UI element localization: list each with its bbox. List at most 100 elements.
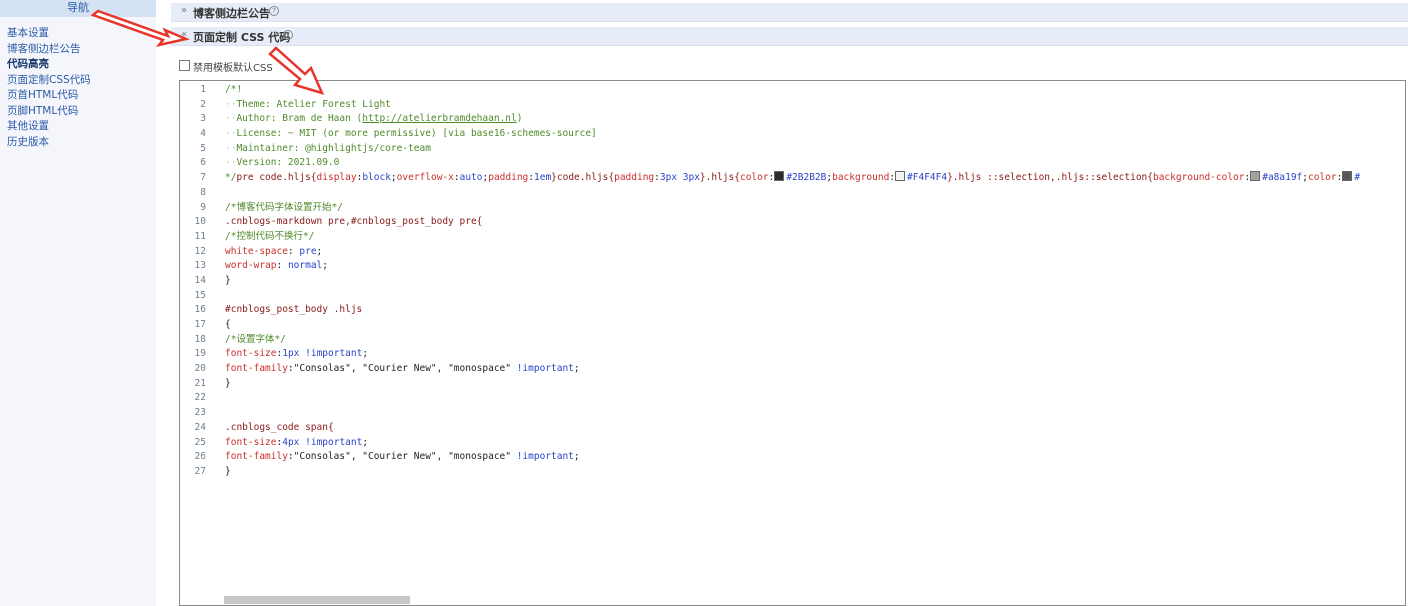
code-token: ; [362,348,369,360]
sidebar-item-custom-css[interactable]: 页面定制CSS代码 [7,73,91,89]
code-line[interactable]: .cnblogs-markdown pre,#cnblogs_post_body… [225,215,1405,230]
section-announcement-header[interactable]: » 博客侧边栏公告 ? [171,3,1408,22]
code-token: /*博客代码字体设置开始*/ [225,201,343,213]
line-number: 23 [194,407,206,419]
code-token: ) [516,113,523,125]
code-line[interactable]: ··License: ~ MIT (or more permissive) [v… [225,127,1405,142]
line-number: 13 [194,260,206,272]
code-line[interactable] [225,406,1405,421]
code-token: { [225,319,231,330]
code-line[interactable]: ··Theme: Atelier Forest Light [225,98,1405,113]
code-token: Maintainer: @highlightjs/core-team [236,142,431,154]
sidebar-item-history[interactable]: 历史版本 [7,135,91,151]
sidebar-item-other[interactable]: 其他设置 [7,119,91,135]
code-line[interactable]: } [225,377,1405,392]
code-token: background-color [1152,172,1245,184]
code-token: ; [362,436,369,448]
code-token: License: ~ MIT (or more permissive) [via… [236,128,597,140]
code-content[interactable]: /*! ··Theme: Atelier Forest Light ··Author… [225,83,1405,480]
code-token: normal [287,260,323,272]
code-line[interactable] [225,186,1405,201]
code-token: #cnblogs_post_body .hljs [225,304,363,316]
line-number: 24 [194,421,206,433]
collapse-chevron-icon: « [181,29,188,40]
line-number: 8 [200,186,206,198]
code-token: #F4F4F4 [907,172,948,184]
code-line[interactable]: ··Maintainer: @highlightjs/core-team [225,142,1405,157]
code-line[interactable]: /*博客代码字体设置开始*/ [225,201,1405,216]
color-swatch [1342,171,1353,182]
code-line[interactable]: } [225,465,1405,480]
line-number: 11 [194,230,206,242]
sidebar-item-footer-html[interactable]: 页脚HTML代码 [7,104,91,120]
line-number: 4 [200,128,206,140]
help-icon[interactable]: ? [283,30,293,40]
code-token: :"Consolas", "Courier New", "monospace" [287,451,517,463]
code-line[interactable]: /*! [225,83,1405,98]
code-token: font-family [225,363,288,375]
sidebar-item-basic[interactable]: 基本设置 [7,26,91,42]
code-line[interactable]: ··Author: Bram de Haan (http://atelierbr… [225,112,1405,127]
disable-default-css-label[interactable]: 禁用模板默认CSS [193,59,273,74]
code-token: ; [322,260,328,272]
line-number: 18 [194,333,206,345]
code-token: :"Consolas", "Courier New", "monospace" [287,363,517,375]
code-token: white-space [225,245,288,257]
code-line[interactable]: ··Version: 2021.09.0 [225,156,1405,171]
code-line[interactable]: word-wrap: normal; [225,259,1405,274]
code-line[interactable]: white-space: pre; [225,245,1405,260]
code-token: 3px 3px [659,172,700,184]
disable-default-css-checkbox[interactable] [179,60,190,71]
code-token: 1em [534,172,552,184]
code-line[interactable]: */pre code.hljs{display:block;overflow-x… [225,171,1405,186]
code-token: word-wrap [225,260,277,272]
code-token: block [362,172,391,184]
section-css-header[interactable]: « 页面定制 CSS 代码 ? [171,27,1408,46]
color-swatch [774,171,785,182]
code-line[interactable]: font-size:4px !important; [225,436,1405,451]
sidebar-item-header-html[interactable]: 页首HTML代码 [7,88,91,104]
code-token: .cnblogs_code span{ [225,421,334,433]
line-number: 21 [194,377,206,389]
section-css-title: 页面定制 CSS 代码 [193,31,291,44]
line-number: 9 [200,201,206,213]
line-number: 12 [194,245,206,257]
code-line[interactable]: } [225,274,1405,289]
line-number: 10 [194,216,206,228]
line-number: 25 [194,436,206,448]
line-number: 17 [194,319,206,330]
code-line[interactable]: { [225,318,1405,333]
settings-page: 导航 基本设置 博客侧边栏公告 代码高亮 页面定制CSS代码 页首HTML代码 … [0,0,1408,606]
css-code-editor[interactable]: 1 2 3 4 5 6 7 8 9 10 11 12 13 14 15 16 17 18 19 20 21 22 23 24 2… [179,80,1406,606]
code-token: ·· [225,142,237,154]
code-token: ·· [225,113,237,125]
code-line[interactable] [225,391,1405,406]
sidebar-item-announcement[interactable]: 博客侧边栏公告 [7,42,91,58]
code-line[interactable]: .cnblogs_code span{ [225,421,1405,436]
code-token: : [287,245,300,257]
sidebar-item-code-highlight[interactable]: 代码高亮 [7,57,91,73]
sidebar-items: 基本设置 博客侧边栏公告 代码高亮 页面定制CSS代码 页首HTML代码 页脚H… [7,26,91,150]
code-line[interactable]: font-family:"Consolas", "Courier New", "… [225,450,1405,465]
code-token: .cnblogs-markdown pre,#cnblogs_post_body… [225,216,483,228]
code-line[interactable]: font-family:"Consolas", "Courier New", "… [225,362,1405,377]
line-number: 27 [194,465,206,477]
help-icon[interactable]: ? [269,6,279,16]
code-token: } [225,274,231,286]
code-token: font-family [225,451,288,463]
code-token: padding [614,172,655,184]
code-line[interactable]: font-size:1px !important; [225,347,1405,362]
code-line[interactable]: #cnblogs_post_body .hljs [225,303,1405,318]
code-line[interactable] [225,289,1405,304]
color-swatch [1250,171,1261,182]
line-number: 7 [200,172,206,184]
horizontal-scrollbar[interactable] [224,596,410,604]
code-token: ; [573,363,580,375]
code-token: color [739,172,769,184]
color-swatch [895,171,906,182]
code-line[interactable]: /*设置字体*/ [225,333,1405,348]
line-number: 3 [200,113,206,125]
section-announcement-title: 博客侧边栏公告 [193,7,270,20]
code-line[interactable]: /*控制代码不换行*/ [225,230,1405,245]
code-token: }code.hljs{ [551,172,615,184]
